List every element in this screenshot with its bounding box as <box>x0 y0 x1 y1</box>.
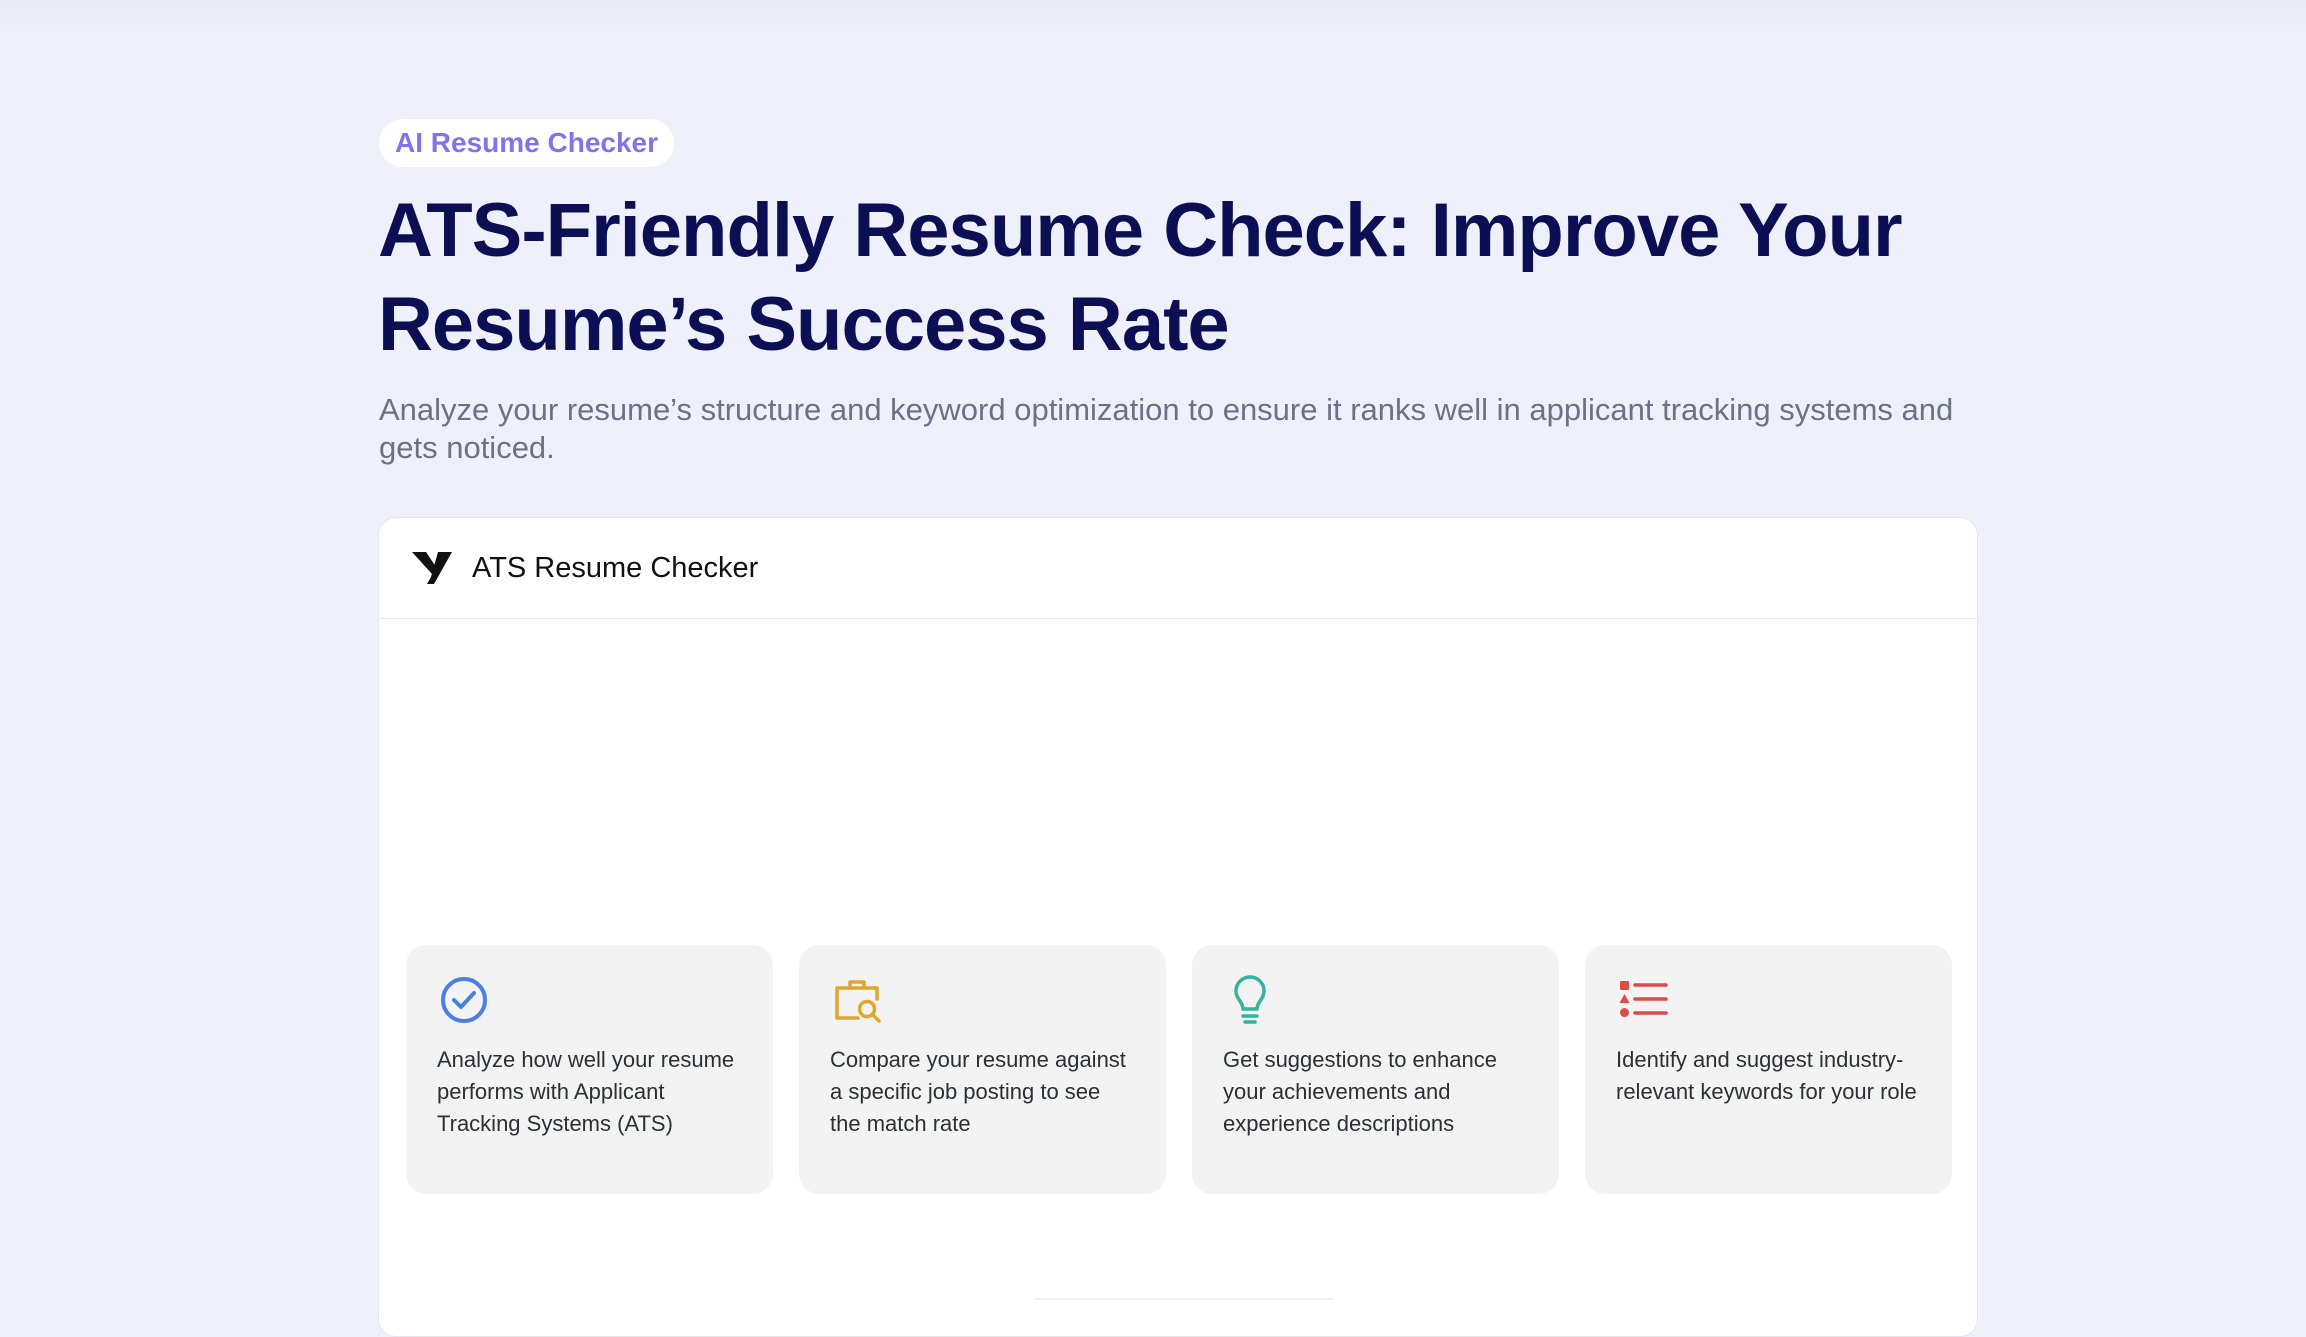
resume-checker-card: ATS Resume Checker Analyze how well your… <box>378 517 1978 1337</box>
feature-text: Identify and suggest industry-relevant k… <box>1616 1047 1917 1104</box>
page-title: ATS-Friendly Resume Check: Improve Your … <box>378 188 1903 367</box>
feature-card-ats-analysis: Analyze how well your resume performs wi… <box>406 945 773 1194</box>
feature-card-job-match: Compare your resume against a specific j… <box>799 945 1166 1194</box>
check-circle-icon <box>441 977 487 1023</box>
tool-header: ATS Resume Checker <box>379 518 1977 619</box>
briefcase-search-icon <box>835 980 881 1023</box>
tool-title: ATS Resume Checker <box>472 551 759 584</box>
category-badge: AI Resume Checker <box>379 119 675 167</box>
feature-text: Compare your resume against a specific j… <box>830 1047 1126 1136</box>
feature-text: Get suggestions to enhance your achievem… <box>1223 1047 1497 1136</box>
lightbulb-icon <box>1234 975 1266 1024</box>
top-fade <box>0 0 2306 40</box>
feature-card-keywords: Identify and suggest industry-relevant k… <box>1585 945 1952 1194</box>
brand-logo-icon <box>412 552 452 584</box>
feature-card-suggestions: Get suggestions to enhance your achievem… <box>1192 945 1559 1194</box>
divider <box>1034 1298 1334 1300</box>
page-subtitle: Analyze your resume’s structure and keyw… <box>379 392 1954 465</box>
feature-text: Analyze how well your resume performs wi… <box>437 1047 735 1136</box>
list-icon <box>1619 981 1668 1017</box>
feature-list: Analyze how well your resume performs wi… <box>406 945 1952 1194</box>
